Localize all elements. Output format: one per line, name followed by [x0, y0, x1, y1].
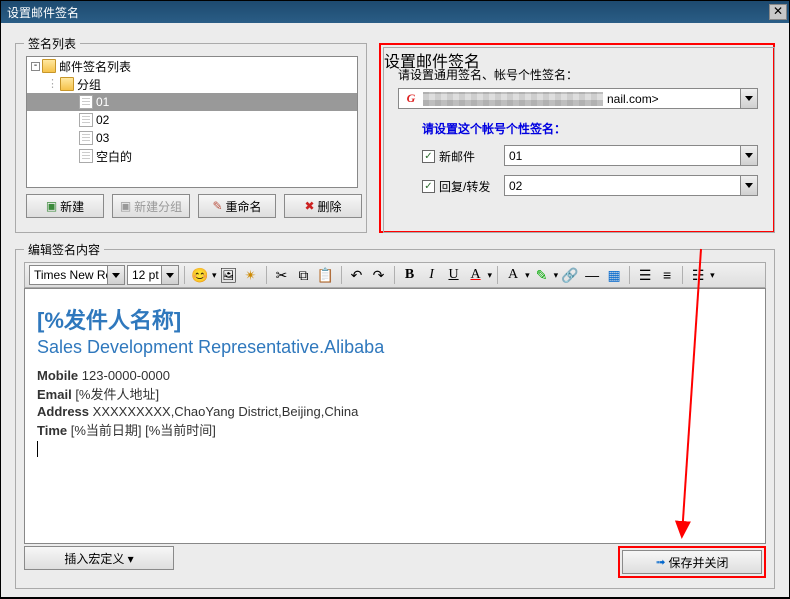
settings-desc2: 请设置这个帐号个性签名： — [422, 120, 566, 137]
page-icon — [79, 113, 93, 127]
titlebar: 设置邮件签名 ✕ — [1, 1, 789, 23]
sig-name: [%发件人名称] — [37, 303, 753, 335]
settings-desc: 请设置通用签名、帐号个性签名： — [398, 66, 578, 83]
edit-signature-group: 编辑签名内容 Times New Ro 12 pt 😊 ▾ 🖼 ✴ ✂ ⧉ 📋 … — [15, 249, 775, 589]
annotation-highlight: 设置邮件签名 请设置通用签名、帐号个性签名： G nail.com> 请设置这个… — [379, 43, 775, 233]
tree-item-label: 01 — [96, 95, 109, 109]
page-icon — [79, 149, 93, 163]
time-label: Time — [37, 423, 67, 438]
mobile-value: 123-0000-0000 — [82, 368, 170, 383]
font-format-icon[interactable]: A — [503, 265, 523, 285]
collapse-icon[interactable]: - — [31, 62, 40, 71]
account-logo-icon: G — [403, 91, 419, 107]
window-title: 设置邮件签名 — [7, 4, 79, 21]
close-icon[interactable]: ✕ — [769, 4, 787, 20]
font-size-combo[interactable]: 12 pt — [127, 265, 179, 285]
reply-value: 02 — [509, 179, 522, 193]
dropdown-icon[interactable]: ▾ — [488, 270, 493, 281]
annotation-highlight: ➟保存并关闭 — [618, 546, 766, 578]
redacted-account — [423, 92, 603, 106]
text-cursor — [37, 441, 38, 457]
signature-editor[interactable]: [%发件人名称] Sales Development Representativ… — [24, 288, 766, 544]
reply-check-row: 回复/转发 — [422, 178, 490, 195]
redo-icon[interactable]: ↷ — [369, 265, 389, 285]
time-value: [%当前日期] [%当前时间] — [71, 423, 216, 438]
account-suffix: nail.com> — [607, 92, 659, 106]
align-center-icon[interactable]: ≡ — [657, 265, 677, 285]
page-icon — [79, 131, 93, 145]
emoji-icon[interactable]: 😊 — [190, 265, 210, 285]
chevron-down-icon[interactable] — [740, 176, 757, 195]
list-icon[interactable]: ☷ — [688, 265, 708, 285]
highlight-icon[interactable]: ✎ — [532, 265, 552, 285]
dropdown-icon[interactable]: ▾ — [212, 270, 217, 281]
image-icon[interactable]: 🖼 — [219, 265, 239, 285]
address-label: Address — [37, 404, 89, 419]
font-name-combo[interactable]: Times New Ro — [29, 265, 125, 285]
reply-combo[interactable]: 02 — [504, 175, 758, 196]
tree-root-label: 邮件签名列表 — [59, 58, 131, 75]
copy-icon[interactable]: ⧉ — [294, 265, 314, 285]
bold-icon[interactable]: B — [400, 265, 420, 285]
account-combo[interactable]: G nail.com> — [398, 88, 758, 109]
insert-macro-button[interactable]: 插入宏定义 ▾ — [24, 546, 174, 570]
tree-group[interactable]: ⋮ 分组 — [27, 75, 357, 93]
rename-button[interactable]: ✎重命名 — [198, 194, 276, 218]
chevron-down-icon[interactable] — [107, 266, 124, 284]
signature-tree[interactable]: - 邮件签名列表 ⋮ 分组 01 02 — [26, 56, 358, 188]
tree-root[interactable]: - 邮件签名列表 — [27, 57, 357, 75]
new-mail-label: 新邮件 — [439, 148, 475, 165]
signature-list-group: 签名列表 - 邮件签名列表 ⋮ 分组 01 02 — [15, 43, 367, 233]
dropdown-icon[interactable]: ▾ — [525, 270, 530, 281]
cut-icon[interactable]: ✂ — [272, 265, 292, 285]
signature-settings-group: 设置邮件签名 请设置通用签名、帐号个性签名： G nail.com> 请设置这个… — [383, 47, 775, 233]
tree-item-label: 空白的 — [96, 148, 132, 165]
new-mail-checkbox[interactable] — [422, 150, 435, 163]
new-mail-value: 01 — [509, 149, 522, 163]
folder-icon — [60, 77, 74, 91]
edit-signature-legend: 编辑签名内容 — [24, 241, 104, 258]
address-value: XXXXXXXXX,ChaoYang District,Beijing,Chin… — [93, 404, 359, 419]
tree-item-02[interactable]: 02 — [27, 111, 357, 129]
email-label: Email — [37, 387, 72, 402]
tree-item-label: 02 — [96, 113, 109, 127]
new-mail-combo[interactable]: 01 — [504, 145, 758, 166]
email-value: [%发件人地址] — [75, 387, 159, 402]
mobile-label: Mobile — [37, 368, 78, 383]
chevron-down-icon[interactable] — [740, 146, 757, 165]
underline-icon[interactable]: U — [444, 265, 464, 285]
delete-button[interactable]: ✖删除 — [284, 194, 362, 218]
chevron-down-icon[interactable] — [740, 89, 757, 108]
page-icon — [79, 95, 93, 109]
tree-group-label: 分组 — [77, 76, 101, 93]
table-icon[interactable]: ▦ — [604, 265, 624, 285]
new-button[interactable]: ▣新建 — [26, 194, 104, 218]
chevron-down-icon[interactable] — [161, 266, 178, 284]
attachment-icon[interactable]: ✴ — [241, 265, 261, 285]
tree-item-03[interactable]: 03 — [27, 129, 357, 147]
sig-role: Sales Development Representative.Alibaba — [37, 337, 753, 358]
new-mail-check-row: 新邮件 — [422, 148, 475, 165]
reply-label: 回复/转发 — [439, 178, 490, 195]
new-group-button[interactable]: ▣新建分组 — [112, 194, 190, 218]
tree-item-blank[interactable]: 空白的 — [27, 147, 357, 165]
undo-icon[interactable]: ↶ — [347, 265, 367, 285]
font-color-icon[interactable]: A — [466, 265, 486, 285]
italic-icon[interactable]: I — [422, 265, 442, 285]
save-close-button[interactable]: ➟保存并关闭 — [622, 550, 762, 574]
paste-icon[interactable]: 📋 — [316, 265, 336, 285]
folder-open-icon — [42, 59, 56, 73]
tree-item-label: 03 — [96, 131, 109, 145]
tree-item-01[interactable]: 01 — [27, 93, 357, 111]
editor-toolbar: Times New Ro 12 pt 😊 ▾ 🖼 ✴ ✂ ⧉ 📋 ↶ ↷ B I… — [24, 262, 766, 288]
reply-checkbox[interactable] — [422, 180, 435, 193]
dropdown-icon[interactable]: ▾ — [554, 270, 559, 281]
dropdown-icon[interactable]: ▾ — [710, 270, 715, 281]
signature-list-legend: 签名列表 — [24, 35, 80, 52]
align-left-icon[interactable]: ☰ — [635, 265, 655, 285]
link-icon[interactable]: 🔗 — [560, 265, 580, 285]
hr-icon[interactable]: — — [582, 265, 602, 285]
